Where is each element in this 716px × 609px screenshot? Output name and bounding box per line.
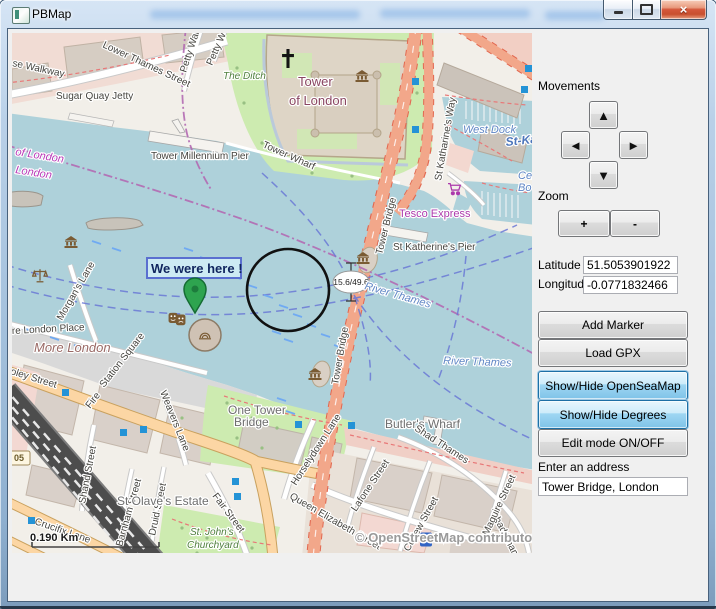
glass-reflection	[380, 9, 530, 18]
seamark-icon	[348, 422, 355, 429]
map-label: St. John's	[190, 527, 234, 538]
seamark-icon	[525, 65, 532, 72]
close-button[interactable]: ×	[661, 0, 707, 20]
seamark-icon	[62, 389, 69, 396]
map-label: of London	[289, 93, 347, 108]
seamark-icon	[412, 126, 419, 133]
app-window: PBMap ×	[0, 0, 716, 609]
latitude-input[interactable]	[583, 256, 678, 274]
edit-mode-button[interactable]: Edit mode ON/OFF	[538, 429, 688, 457]
map-label: Bridge	[234, 415, 269, 429]
longitude-input[interactable]	[583, 276, 678, 294]
map-label: River Thames	[443, 355, 512, 369]
maximize-icon	[640, 4, 653, 15]
svg-text:05: 05	[14, 453, 24, 463]
move-up-button[interactable]: ▲	[589, 101, 618, 129]
seamark-icon	[234, 493, 241, 500]
toggle-degrees-button[interactable]: Show/Hide Degrees	[538, 400, 688, 429]
address-label: Enter an address	[538, 460, 629, 474]
svg-text:15.6/49.6: 15.6/49.6	[333, 277, 369, 287]
map-label: The Ditch	[223, 71, 266, 82]
window-title: PBMap	[32, 7, 71, 21]
move-right-button[interactable]: ►	[619, 131, 648, 159]
map-svg[interactable]: 15.6/49.6 05 se WalkwayLower Thames Stre…	[12, 33, 532, 553]
map-label: Bo	[518, 182, 531, 194]
zoom-label: Zoom	[538, 189, 569, 203]
seamark-icon	[232, 478, 239, 485]
toggle-openseamap-button[interactable]: Show/Hide OpenSeaMap	[538, 371, 688, 400]
marker-label-text: We were here !	[151, 261, 243, 276]
map-label: St Olave's Estate	[117, 494, 209, 508]
seamark-icon	[28, 517, 35, 524]
zoom-in-button[interactable]: +	[558, 210, 610, 237]
seamark-icon	[412, 78, 419, 85]
svg-text:0.190 Km: 0.190 Km	[30, 532, 79, 544]
title-bar[interactable]: PBMap ×	[0, 0, 716, 29]
map-label: Cen	[518, 170, 532, 182]
seamark-icon	[120, 429, 127, 436]
add-marker-button[interactable]: Add Marker	[538, 311, 688, 339]
glass-reflection	[545, 11, 605, 20]
address-input[interactable]	[538, 477, 688, 496]
minimize-button[interactable]	[603, 0, 633, 20]
seamark-icon	[295, 421, 302, 428]
map-label: Tower Millennium Pier	[151, 151, 249, 162]
map-attribution: © OpenStreetMap contributors	[355, 530, 532, 545]
movements-label: Movements	[538, 79, 600, 93]
road-ref-badge: 05	[12, 451, 30, 465]
app-icon	[12, 7, 30, 24]
map-label: St-Ka	[505, 132, 532, 149]
map-label: Tower	[298, 74, 333, 89]
maximize-button[interactable]	[633, 0, 661, 20]
latitude-label: Latitude	[538, 258, 581, 272]
caption-buttons: ×	[603, 0, 707, 20]
zoom-out-button[interactable]: -	[610, 210, 660, 237]
map-label: Churchyard	[187, 540, 239, 551]
glass-reflection	[150, 10, 360, 19]
move-left-button[interactable]: ◄	[561, 131, 590, 159]
move-down-button[interactable]: ▼	[589, 161, 618, 189]
seamark-icon	[140, 426, 147, 433]
minimize-icon	[614, 11, 623, 14]
map-view[interactable]: 15.6/49.6 05 se WalkwayLower Thames Stre…	[12, 33, 532, 553]
load-gpx-button[interactable]: Load GPX	[538, 339, 688, 367]
map-label: Tesco Express	[399, 208, 471, 220]
map-label: More London	[34, 340, 111, 355]
map-label: Sugar Quay Jetty	[56, 91, 133, 102]
close-icon: ×	[680, 2, 688, 17]
map-label: St Katherine's Pier	[393, 242, 476, 253]
seamark-icon	[521, 86, 528, 93]
